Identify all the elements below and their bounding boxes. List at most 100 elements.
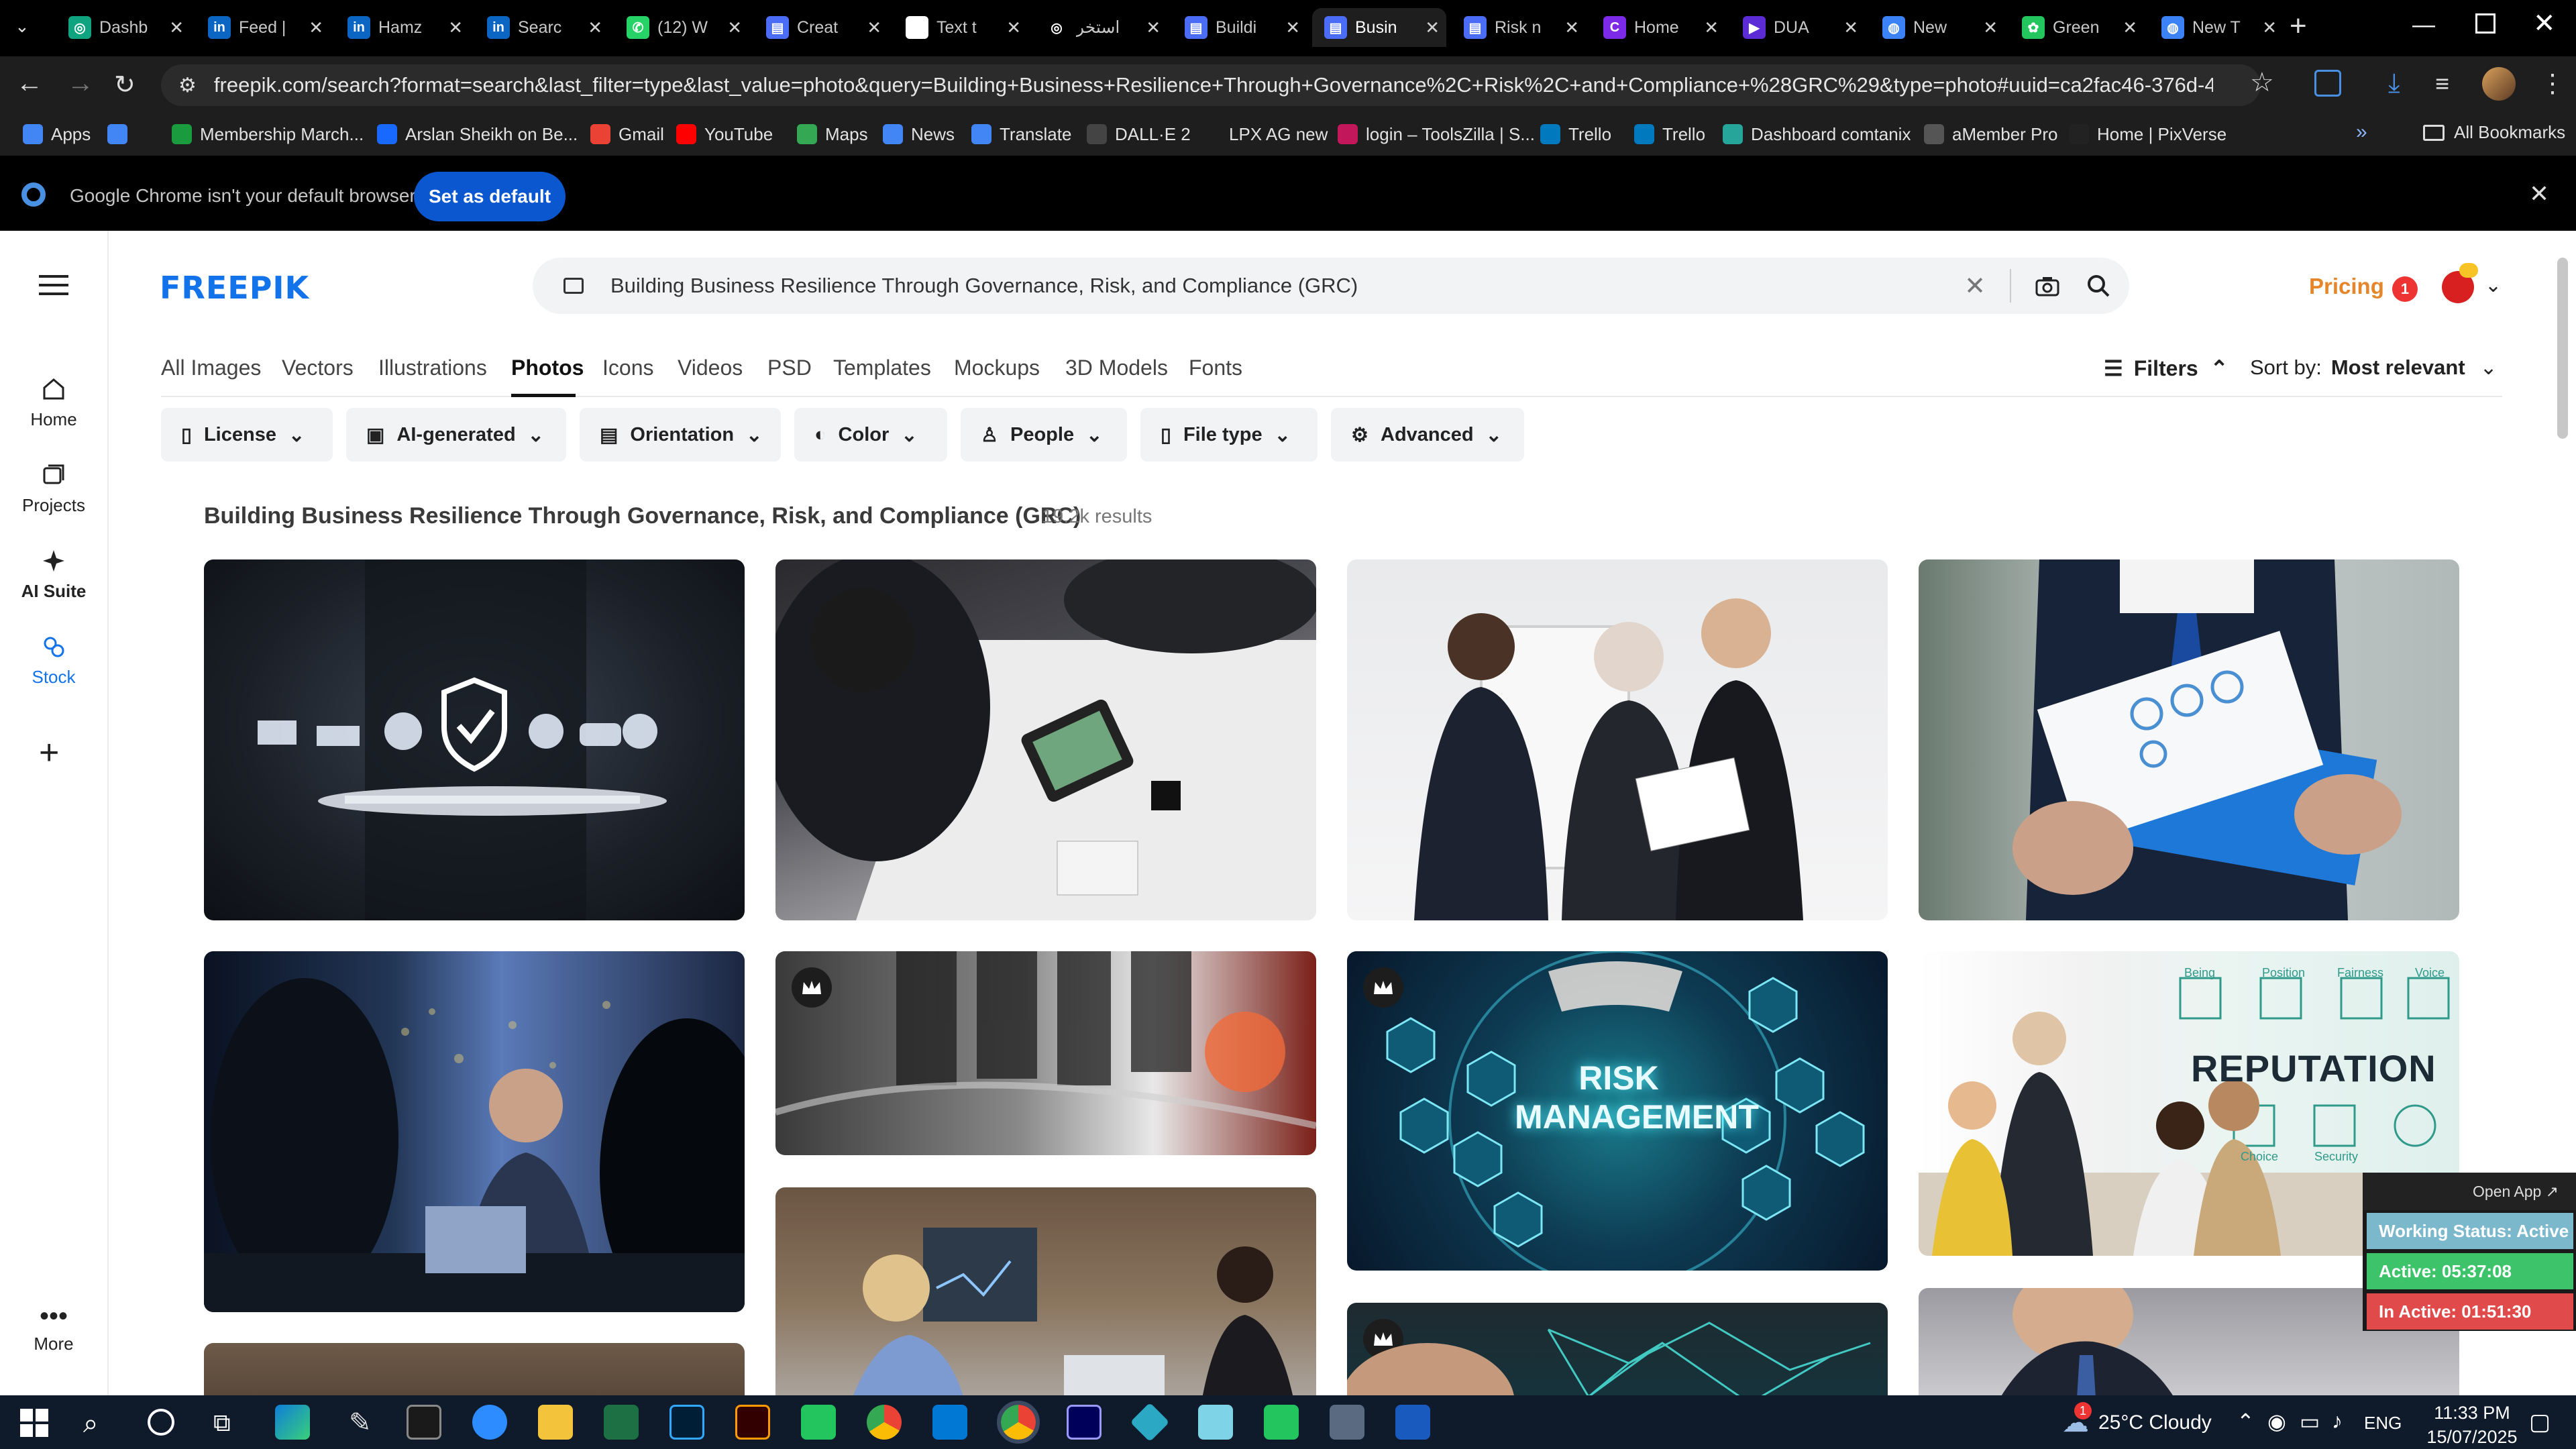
cortana-icon[interactable] xyxy=(148,1409,174,1436)
browser-tab[interactable]: C Home ✕ xyxy=(1591,8,1725,47)
category-tab[interactable]: Mockups xyxy=(954,356,1040,380)
filter-ai-generated-button[interactable]: ▣ AI-generated ⌄ xyxy=(346,408,566,462)
tab-close-icon[interactable]: ✕ xyxy=(867,17,881,38)
tab-close-icon[interactable]: ✕ xyxy=(727,17,742,38)
filter-people-button[interactable]: ♙ People ⌄ xyxy=(961,408,1127,462)
image-type-icon[interactable] xyxy=(564,278,584,294)
browser-tab[interactable]: ◍ New ✕ xyxy=(1870,8,2004,47)
category-tab[interactable]: Templates xyxy=(833,356,931,380)
search-icon[interactable] xyxy=(2086,274,2110,298)
browser-tab[interactable]: in Searc ✕ xyxy=(475,8,609,47)
all-bookmarks-button[interactable]: All Bookmarks xyxy=(2423,122,2565,143)
category-tab[interactable]: 3D Models xyxy=(1065,356,1168,380)
address-bar[interactable]: ⚙ freepik.com/search?format=search&last_… xyxy=(161,64,2261,106)
search-input[interactable]: Building Business Resilience Through Gov… xyxy=(610,274,1964,298)
vscode-icon[interactable] xyxy=(932,1405,967,1440)
photo-card-business-team-overlay[interactable] xyxy=(775,951,1316,1155)
open-app-link[interactable]: Open App ↗ xyxy=(2363,1173,2576,1210)
sidebar-add-icon[interactable]: + xyxy=(39,733,59,773)
tab-close-icon[interactable]: ✕ xyxy=(309,17,323,38)
bookmark-item[interactable]: LPX AG new xyxy=(1201,122,1328,146)
browser-tab[interactable]: ▤ Risk n ✕ xyxy=(1452,8,1586,47)
hamburger-menu-icon[interactable] xyxy=(39,274,68,297)
camera-tray-icon[interactable]: ◉ xyxy=(2267,1409,2286,1434)
bookmark-star-icon[interactable]: ☆ xyxy=(2250,67,2274,98)
category-tab[interactable]: Photos xyxy=(511,356,584,380)
category-tab[interactable]: Illustrations xyxy=(378,356,487,380)
browser-tab[interactable]: ▤ Busin ✕ xyxy=(1312,8,1446,47)
tab-close-icon[interactable]: ✕ xyxy=(1146,17,1161,38)
category-tab[interactable]: Fonts xyxy=(1189,356,1242,380)
freepik-logo[interactable]: FREEPIK xyxy=(160,270,309,306)
taskbar-search-icon[interactable]: ⌕ xyxy=(83,1409,98,1439)
notification-center-icon[interactable]: ▢ xyxy=(2529,1409,2551,1436)
tab-close-icon[interactable]: ✕ xyxy=(588,17,602,38)
restore-button[interactable] xyxy=(2475,13,2496,34)
browser-tab[interactable]: ▶ DUA ✕ xyxy=(1731,8,1865,47)
bookmark-item[interactable] xyxy=(107,122,136,146)
photo-card-business-table[interactable] xyxy=(775,559,1316,920)
browser-tab[interactable]: ✆ (12) W ✕ xyxy=(614,8,749,47)
camera-search-icon[interactable] xyxy=(2035,275,2059,297)
browser-tab[interactable]: ◍ New T ✕ xyxy=(2149,8,2284,47)
photoshop-icon[interactable] xyxy=(669,1405,704,1440)
category-tab[interactable]: PSD xyxy=(767,356,812,380)
bookmark-item[interactable]: Trello xyxy=(1634,122,1705,146)
downloads-icon[interactable]: ⤓ xyxy=(2388,68,2400,99)
chrome-active-icon[interactable] xyxy=(997,1401,1040,1444)
search-bar[interactable]: Building Business Resilience Through Gov… xyxy=(533,258,2129,314)
bookmark-item[interactable]: DALL·E 2 xyxy=(1087,122,1191,146)
notepad-icon[interactable] xyxy=(1198,1405,1233,1440)
premiere-icon[interactable] xyxy=(1067,1405,1102,1440)
bookmark-item[interactable]: Dashboard comtanix xyxy=(1723,122,1911,146)
photo-card-risk-management[interactable]: RISK MANAGEMENT xyxy=(1347,951,1888,1271)
notification-badge[interactable]: 1 xyxy=(2392,276,2418,302)
photo-card-meeting-night-office[interactable] xyxy=(204,951,745,1312)
browser-tab[interactable]: ❚❚ Text t ✕ xyxy=(894,8,1028,47)
infobar-close-icon[interactable]: ✕ xyxy=(2529,180,2549,208)
set-as-default-button[interactable]: Set as default xyxy=(414,172,566,221)
forward-button[interactable]: → xyxy=(67,68,94,99)
new-tab-button[interactable]: + xyxy=(2290,9,2307,43)
pen-tool-icon[interactable]: ✎ xyxy=(349,1407,372,1438)
back-button[interactable]: ← xyxy=(16,68,43,99)
task-view-icon[interactable]: ⧉ xyxy=(213,1409,231,1438)
edge-icon[interactable] xyxy=(275,1405,310,1440)
excel-icon[interactable] xyxy=(604,1405,639,1440)
green-app-icon[interactable] xyxy=(801,1405,836,1440)
close-window-button[interactable]: ✕ xyxy=(2533,8,2556,39)
tab-close-icon[interactable]: ✕ xyxy=(1425,17,1440,38)
account-chevron-icon[interactable]: ⌄ xyxy=(2485,274,2502,297)
tab-close-icon[interactable]: ✕ xyxy=(1564,17,1579,38)
sidebar-item-projects[interactable]: Projects xyxy=(0,462,107,516)
terminal-icon[interactable] xyxy=(407,1405,441,1440)
word-icon[interactable] xyxy=(1395,1405,1430,1440)
sidebar-item-stock[interactable]: Stock xyxy=(0,633,107,688)
browser-tab[interactable]: ◎ استخر ✕ xyxy=(1033,8,1167,47)
file-explorer-icon[interactable] xyxy=(538,1405,573,1440)
filter-file-type-button[interactable]: ▯ File type ⌄ xyxy=(1140,408,1318,462)
calculator-icon[interactable] xyxy=(1330,1405,1364,1440)
bookmark-item[interactable]: News xyxy=(883,122,955,146)
chrome-icon[interactable] xyxy=(867,1405,902,1440)
sort-dropdown[interactable]: Sort by: Most relevant ⌄ xyxy=(2250,356,2498,380)
filter-advanced-button[interactable]: ⚙ Advanced ⌄ xyxy=(1331,408,1524,462)
photo-card-clipboard-infographic[interactable] xyxy=(1919,559,2459,920)
category-tab[interactable]: Vectors xyxy=(282,356,354,380)
tab-close-icon[interactable]: ✕ xyxy=(1285,17,1300,38)
photo-card-three-businessmen[interactable] xyxy=(1347,559,1888,920)
category-tab[interactable]: Videos xyxy=(678,356,743,380)
tray-chevron-icon[interactable]: ⌃ xyxy=(2237,1409,2255,1434)
site-info-icon[interactable]: ⚙ xyxy=(178,74,197,97)
filter-orientation-button[interactable]: ▤ Orientation ⌄ xyxy=(580,408,781,462)
tab-close-icon[interactable]: ✕ xyxy=(1006,17,1021,38)
profile-avatar[interactable] xyxy=(2482,67,2516,101)
language-indicator[interactable]: ENG xyxy=(2364,1413,2402,1434)
filters-toggle[interactable]: ☰ Filters ⌃ xyxy=(2104,356,2229,381)
network-icon[interactable]: ▭ xyxy=(2300,1409,2320,1434)
bookmark-item[interactable]: Membership March... xyxy=(172,122,364,146)
green-app-2-icon[interactable] xyxy=(1264,1405,1299,1440)
bookmark-item[interactable]: Translate xyxy=(971,122,1071,146)
tab-close-icon[interactable]: ✕ xyxy=(1843,17,1858,38)
clear-search-icon[interactable]: ✕ xyxy=(1964,271,1986,301)
